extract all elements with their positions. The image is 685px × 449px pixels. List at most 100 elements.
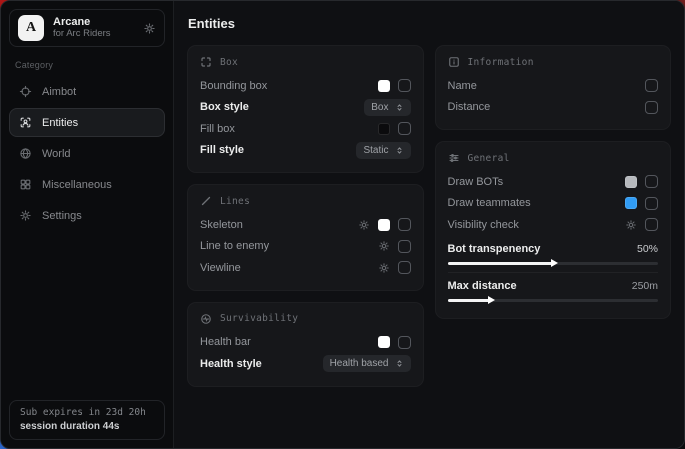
pulse-circle-icon bbox=[200, 313, 212, 325]
setting-label: Max distance bbox=[448, 280, 517, 292]
gear-icon[interactable] bbox=[378, 240, 390, 252]
chevrons-up-down-icon bbox=[395, 103, 404, 112]
panel-title: Box bbox=[220, 57, 238, 68]
panel-information: Information Name Distance bbox=[435, 45, 672, 130]
panel-survivability: Survivability Health bar Health style He… bbox=[187, 302, 424, 387]
health-bar-checkbox[interactable] bbox=[398, 336, 411, 349]
bot-transparency-slider[interactable] bbox=[448, 262, 659, 265]
setting-label: Bot transpenency bbox=[448, 243, 541, 255]
sub-expiry-text: Sub expires in 23d 20h bbox=[20, 407, 154, 418]
sidebar-item-aimbot[interactable]: Aimbot bbox=[9, 77, 165, 106]
setting-label: Draw BOTs bbox=[448, 176, 504, 188]
app-window: A Arcane for Arc Riders Category Aimbot … bbox=[0, 0, 685, 449]
panel-title: Lines bbox=[220, 196, 250, 207]
bounding-box-checkbox[interactable] bbox=[398, 79, 411, 92]
setting-label: Viewline bbox=[200, 262, 241, 274]
dropdown-value: Box bbox=[371, 102, 388, 113]
max-distance-slider[interactable] bbox=[448, 299, 659, 302]
name-checkbox[interactable] bbox=[645, 79, 658, 92]
diagonal-line-icon bbox=[200, 195, 212, 207]
subscription-footer: Sub expires in 23d 20h session duration … bbox=[9, 400, 165, 440]
sidebar-item-entities[interactable]: Entities bbox=[9, 108, 165, 137]
fill-box-checkbox[interactable] bbox=[398, 122, 411, 135]
gear-icon[interactable] bbox=[625, 219, 637, 231]
color-swatch[interactable] bbox=[378, 123, 390, 135]
app-title: Arcane bbox=[53, 16, 134, 29]
setting-row-draw-teammates: Draw teammates bbox=[448, 193, 659, 215]
slider-thumb[interactable] bbox=[488, 296, 495, 304]
main-content: Entities Box Bounding box bbox=[174, 1, 684, 448]
panel-lines: Lines Skeleton Line to enemy bbox=[187, 184, 424, 291]
setting-row-name: Name bbox=[448, 75, 659, 97]
setting-label: Line to enemy bbox=[200, 240, 269, 252]
color-swatch[interactable] bbox=[378, 80, 390, 92]
slider-fill bbox=[448, 299, 490, 302]
session-duration-text: session duration 44s bbox=[20, 421, 154, 432]
gear-icon[interactable] bbox=[143, 22, 156, 35]
box-style-dropdown[interactable]: Box bbox=[364, 99, 410, 116]
sidebar-item-label: Miscellaneous bbox=[42, 179, 112, 191]
category-label: Category bbox=[15, 60, 165, 70]
chevrons-up-down-icon bbox=[395, 146, 404, 155]
health-style-dropdown[interactable]: Health based bbox=[323, 355, 411, 372]
setting-row-health-style: Health style Health based bbox=[200, 353, 411, 375]
sidebar-item-miscellaneous[interactable]: Miscellaneous bbox=[9, 170, 165, 199]
color-swatch[interactable] bbox=[378, 336, 390, 348]
sliders-icon bbox=[448, 152, 460, 164]
logo-text: Arcane for Arc Riders bbox=[53, 16, 134, 40]
page-title: Entities bbox=[188, 16, 671, 31]
sidebar-item-label: Entities bbox=[42, 117, 78, 129]
panel-title: General bbox=[468, 153, 510, 164]
corner-brackets-icon bbox=[200, 56, 212, 68]
slider-value: 250m bbox=[632, 280, 658, 292]
color-swatch[interactable] bbox=[378, 219, 390, 231]
dropdown-value: Health based bbox=[330, 358, 389, 369]
viewline-checkbox[interactable] bbox=[398, 261, 411, 274]
setting-label: Visibility check bbox=[448, 219, 519, 231]
setting-label: Fill box bbox=[200, 123, 235, 135]
person-scan-icon bbox=[19, 116, 32, 129]
skeleton-checkbox[interactable] bbox=[398, 218, 411, 231]
draw-teammates-checkbox[interactable] bbox=[645, 197, 658, 210]
logo-card: A Arcane for Arc Riders bbox=[9, 9, 165, 47]
max-distance-group: Max distance 250m bbox=[448, 272, 659, 302]
slider-fill bbox=[448, 262, 553, 265]
setting-row-health-bar: Health bar bbox=[200, 332, 411, 354]
draw-bots-checkbox[interactable] bbox=[645, 175, 658, 188]
crosshair-icon bbox=[19, 85, 32, 98]
setting-label: Fill style bbox=[200, 144, 244, 156]
distance-checkbox[interactable] bbox=[645, 101, 658, 114]
sidebar-item-label: Settings bbox=[42, 210, 82, 222]
setting-label: Draw teammates bbox=[448, 197, 531, 209]
setting-label: Bounding box bbox=[200, 80, 267, 92]
color-swatch[interactable] bbox=[625, 176, 637, 188]
panel-title: Survivability bbox=[220, 313, 298, 324]
setting-label: Health style bbox=[200, 358, 262, 370]
setting-row-box-style: Box style Box bbox=[200, 97, 411, 119]
panel-general: General Draw BOTs Draw teammates bbox=[435, 141, 672, 319]
gear-icon bbox=[19, 209, 32, 222]
setting-row-bounding-box: Bounding box bbox=[200, 75, 411, 97]
sidebar-item-label: World bbox=[42, 148, 71, 160]
dropdown-value: Static bbox=[363, 145, 388, 156]
gear-icon[interactable] bbox=[378, 262, 390, 274]
setting-label: Distance bbox=[448, 101, 491, 113]
setting-row-fill-style: Fill style Static bbox=[200, 140, 411, 162]
color-swatch[interactable] bbox=[625, 197, 637, 209]
line-to-enemy-checkbox[interactable] bbox=[398, 240, 411, 253]
sidebar-item-world[interactable]: World bbox=[9, 139, 165, 168]
panel-box: Box Bounding box Box style Box bbox=[187, 45, 424, 173]
sidebar-item-settings[interactable]: Settings bbox=[9, 201, 165, 230]
slider-value: 50% bbox=[637, 243, 658, 255]
setting-row-skeleton: Skeleton bbox=[200, 214, 411, 236]
info-icon bbox=[448, 56, 460, 68]
slider-thumb[interactable] bbox=[551, 259, 558, 267]
grid-icon bbox=[19, 178, 32, 191]
fill-style-dropdown[interactable]: Static bbox=[356, 142, 410, 159]
visibility-check-checkbox[interactable] bbox=[645, 218, 658, 231]
gear-icon[interactable] bbox=[358, 219, 370, 231]
setting-row-visibility-check: Visibility check bbox=[448, 214, 659, 236]
app-subtitle: for Arc Riders bbox=[53, 29, 134, 40]
setting-row-draw-bots: Draw BOTs bbox=[448, 171, 659, 193]
avatar: A bbox=[18, 15, 44, 41]
